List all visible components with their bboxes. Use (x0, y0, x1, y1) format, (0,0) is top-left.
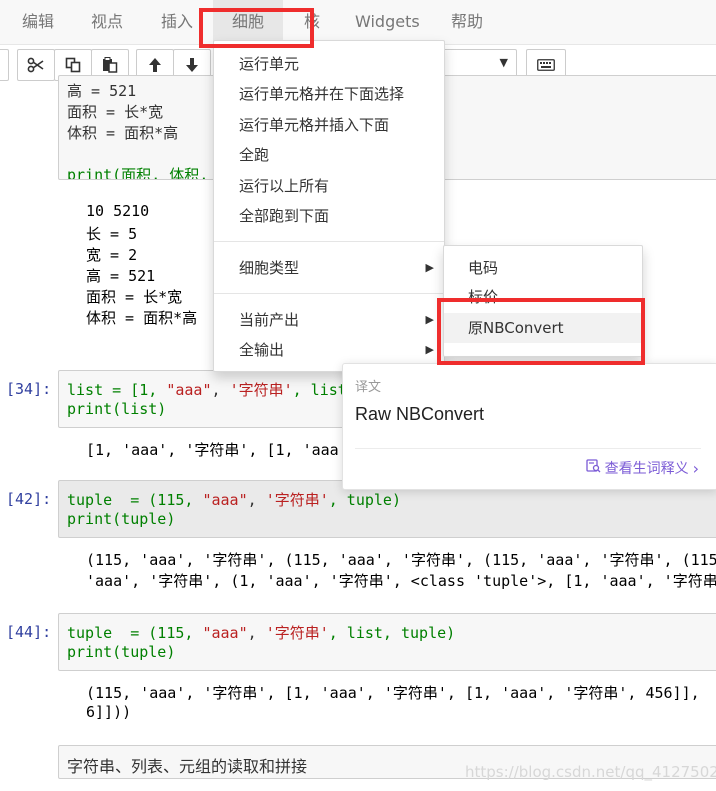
menu-all-outputs-label: 全输出 (239, 341, 285, 359)
menu-divider (214, 293, 444, 294)
code-string: '字符串' (265, 491, 329, 509)
code-line: print(tuple) (67, 510, 175, 528)
submenu-code[interactable]: 电码 (444, 253, 642, 283)
watermark: https://blog.csdn.net/qq_41275022 (465, 763, 716, 781)
code-text: , (247, 624, 266, 642)
menu-divider (214, 241, 444, 242)
translation-divider (355, 448, 701, 449)
code-text: print(list) (67, 400, 167, 418)
output-line: (115, 'aaa', '字符串', [1, 'aaa', '字符串', [1… (86, 684, 700, 702)
menu-run-all-above[interactable]: 运行以上所有 (214, 171, 444, 201)
output-line: 体积 = 面积*高 (86, 309, 198, 327)
cell-menu: 运行单元 运行单元格并在下面选择 运行单元格并插入下面 全跑 运行以上所有 全部… (213, 40, 445, 372)
code-text: 面积 = 长*宽 (67, 103, 164, 121)
output-line: 面积 = 长*宽 (86, 288, 183, 306)
code-line: tuple = (115, "aaa", '字符串', tuple) (67, 489, 401, 510)
translation-text: Raw NBConvert (355, 404, 485, 424)
output-line: (115, 'aaa', '字符串', (115, 'aaa', '字符串', … (86, 551, 716, 569)
book-search-icon (585, 459, 601, 477)
code-string: "aaa" (202, 624, 248, 642)
caret-right-icon: ▶ (425, 313, 434, 326)
input-prompt: [44]: (6, 623, 52, 641)
toolbar-partial-button[interactable] (0, 49, 9, 81)
submenu-raw-nbconvert[interactable]: 原NBConvert (444, 313, 642, 343)
code-text: print(tuple) (67, 643, 176, 661)
code-text: , list (292, 381, 347, 399)
code-text: 高 = 521 (67, 82, 137, 100)
keyboard-icon (537, 59, 555, 71)
output-line: 10 5210 (86, 202, 150, 220)
code-line: print(tuple) (67, 643, 175, 661)
output-line: 高 = 521 (86, 267, 156, 285)
menu-current-outputs-label: 当前产出 (239, 311, 300, 329)
copy-icon (65, 57, 81, 73)
code-text: tuple = (115, (67, 624, 203, 642)
markdown-text: 字符串、列表、元组的读取和拼接 (67, 757, 308, 776)
arrow-up-icon (148, 57, 162, 73)
menu-help[interactable]: 帮助 (451, 0, 483, 44)
caret-right-icon: ▶ (425, 343, 434, 356)
output-line: 'aaa', '字符串', (1, 'aaa', '字符串', <class '… (86, 572, 716, 590)
code-line: 体积 = 面积*高 (67, 122, 178, 143)
chevron-right-icon: › (692, 458, 699, 478)
paste-icon (102, 57, 118, 73)
menu-run-all-below[interactable]: 全部跑到下面 (214, 201, 444, 231)
code-text: list = [1, (67, 381, 167, 399)
menu-widgets[interactable]: Widgets (355, 0, 420, 44)
translation-popup: 译文 Raw NBConvert 查看生词释义 › (342, 363, 716, 490)
menu-current-outputs[interactable]: 当前产出 ▶ (214, 305, 444, 335)
input-prompt: [34]: (6, 380, 52, 398)
code-text: , (211, 381, 230, 399)
menu-run-cells[interactable]: 运行单元 (214, 49, 444, 79)
output-line: [1, 'aaa', '字符串', [1, 'aaa' (86, 441, 348, 459)
code-text: , list, tuple) (328, 624, 456, 642)
menu-cell-type[interactable]: 细胞类型 ▶ (214, 253, 444, 283)
code-text: , (247, 491, 266, 509)
menu-run-cells-select-below[interactable]: 运行单元格并在下面选择 (214, 79, 444, 109)
code-line: 高 = 521 (67, 80, 136, 101)
submenu-markdown[interactable]: 标价 (444, 282, 642, 304)
menu-all-outputs[interactable]: 全输出 ▶ (214, 335, 444, 365)
code-string: '字符串' (265, 624, 329, 642)
code-line: list = [1, "aaa", '字符串', list (67, 379, 347, 400)
code-line: print(list) (67, 400, 166, 418)
code-text: 体积 = 面积*高 (67, 124, 179, 142)
output-line: 宽 = 2 (86, 246, 138, 264)
arrow-down-icon (185, 57, 199, 73)
view-word-definition-link[interactable]: 查看生词释义 › (585, 458, 699, 478)
menu-edit[interactable]: 编辑 (22, 0, 54, 44)
menu-view[interactable]: 视点 (91, 0, 123, 44)
menu-run-all[interactable]: 全跑 (214, 140, 444, 170)
menu-insert[interactable]: 插入 (161, 0, 193, 44)
menubar: 编辑 视点 插入 细胞 核 Widgets 帮助 (0, 0, 716, 45)
code-string: '字符串' (229, 381, 293, 399)
cut-button[interactable] (17, 49, 55, 81)
menu-cell[interactable]: 细胞 (213, 0, 283, 44)
code-line: 面积 = 长*宽 (67, 101, 163, 122)
menu-cell-type-label: 细胞类型 (239, 259, 300, 277)
code-string: "aaa" (166, 381, 212, 399)
cell-type-submenu: 电码 标价 原NBConvert (443, 245, 643, 357)
scissors-icon (27, 57, 45, 73)
view-word-definition-label: 查看生词释义 (604, 461, 689, 477)
chevron-down-icon: ▼ (499, 56, 508, 69)
output-line: 6]])) (86, 703, 132, 721)
code-text: , tuple) (328, 491, 401, 509)
code-text: tuple = (115, (67, 491, 203, 509)
code-line: print(面积, 体积, (67, 164, 209, 180)
output-line: 长 = 5 (86, 225, 138, 243)
caret-right-icon: ▶ (425, 261, 434, 274)
code-cell-input[interactable]: tuple = (115, "aaa", '字符串', list, tuple)… (58, 613, 716, 671)
code-line: tuple = (115, "aaa", '字符串', list, tuple) (67, 622, 455, 643)
translation-header: 译文 (355, 380, 382, 395)
code-text: print(tuple) (67, 510, 176, 528)
code-string: "aaa" (202, 491, 248, 509)
menu-kernel[interactable]: 核 (304, 0, 320, 44)
input-prompt: [42]: (6, 490, 52, 508)
code-text: print(面积, 体积, (67, 166, 209, 180)
menu-run-cells-insert-below[interactable]: 运行单元格并插入下面 (214, 110, 444, 140)
